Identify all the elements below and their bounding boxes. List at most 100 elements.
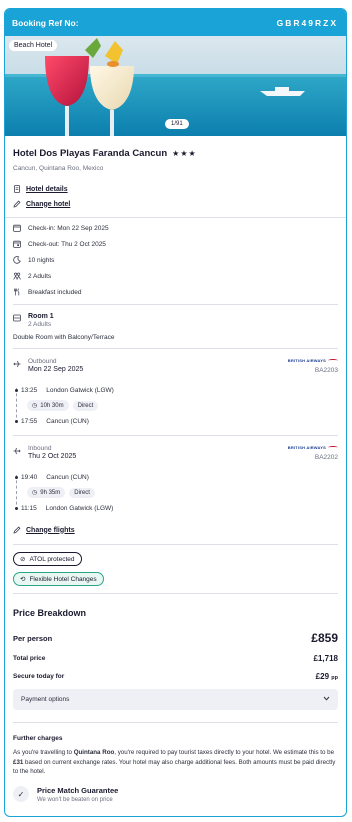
arrival-airport: London Gatwick (LGW) — [45, 504, 114, 512]
change-flights-label: Change flights — [26, 526, 75, 534]
price-breakdown-title: Price Breakdown — [13, 608, 87, 618]
change-flights-link[interactable]: Change flights — [13, 526, 338, 534]
timeline-dot — [15, 475, 18, 479]
payment-options-dropdown[interactable]: Payment options — [13, 689, 338, 710]
further-text-3: based on current exchange rates. Your ho… — [13, 758, 336, 776]
cutlery-icon — [13, 288, 21, 296]
inbound-label: Inbound — [28, 445, 52, 452]
timeline-dot — [15, 419, 18, 423]
hotel-details-link[interactable]: Hotel details — [13, 185, 338, 193]
inbound-flight: Inbound Thu 2 Oct 2025 BRITISH AIRWAYS B… — [5, 436, 346, 534]
calendar-icon — [13, 240, 21, 248]
airline-logo: BRITISH AIRWAYS — [288, 445, 338, 450]
secure-label: Secure today for — [13, 673, 65, 680]
per-person-label: Per person — [13, 633, 53, 643]
nights-row: 10 nights — [13, 252, 338, 268]
payment-options-label: Payment options — [21, 696, 70, 703]
shield-check-icon: ⊘ — [20, 556, 26, 563]
calendar-icon — [13, 224, 21, 232]
outbound-label: Outbound — [28, 358, 57, 365]
departure-time: 13:25 — [21, 386, 38, 394]
nights-text: 10 nights — [28, 256, 55, 264]
further-amount: £31 — [13, 758, 24, 766]
duration-text: 9h 35m — [40, 489, 61, 496]
flexible-changes-badge: ⟲ Flexible Hotel Changes — [13, 572, 104, 586]
further-text-1: As you're travelling to — [13, 749, 74, 756]
airline-logo: BRITISH AIRWAYS — [288, 358, 338, 363]
atol-badge: ⊘ ATOL protected — [13, 552, 82, 566]
booking-ref-value: GBR49RZX — [276, 17, 338, 28]
arrival-time: 17:55 — [21, 417, 38, 425]
checkin-row: Check-in: Mon 22 Sep 2025 — [13, 220, 338, 236]
plane-icon — [13, 360, 21, 368]
change-hotel-link[interactable]: Change hotel — [13, 200, 338, 208]
clock-icon: ◷ — [32, 403, 38, 409]
arrival-time: 11:15 — [21, 504, 37, 512]
airline-logo-text: BRITISH AIRWAYS — [287, 358, 326, 363]
secure-value: £29 — [315, 672, 330, 681]
outbound-flight-code: BA2203 — [314, 367, 338, 374]
checkout-text: Check-out: Thu 2 Oct 2025 — [28, 240, 106, 248]
hotel-location: Cancun, Quintana Roo, Mexico — [13, 165, 104, 172]
outbound-arrival: 17:55 Cancun (CUN) — [15, 414, 338, 428]
duration-chip: ◷ 10h 30m — [27, 400, 69, 411]
adults-row: 2 Adults — [13, 268, 338, 284]
atol-label: ATOL protected — [29, 555, 75, 563]
timeline-dot — [15, 506, 18, 510]
board-text: Breakfast included — [28, 288, 82, 296]
outbound-flight: Outbound Mon 22 Sep 2025 BRITISH AIRWAYS… — [5, 349, 346, 432]
booking-summary-card: Booking Ref No: GBR49RZX Beach Hotel 1/9… — [4, 8, 347, 817]
total-label: Total price — [13, 655, 46, 662]
board-row: Breakfast included — [13, 284, 338, 300]
secure-row: Secure today for £29 pp — [13, 672, 338, 681]
further-charges-title: Further charges — [13, 735, 63, 742]
timeline-dot — [15, 388, 18, 392]
room-summary: Room 1 2 Adults — [13, 305, 338, 328]
divider — [13, 722, 338, 723]
departure-airport: London Gatwick (LGW) — [46, 386, 114, 394]
outbound-duration-chips: ◷ 10h 30m Direct — [27, 397, 338, 414]
inbound-departure: 19:40 Cancun (CUN) — [15, 470, 338, 484]
duration-chip: ◷ 9h 35m — [27, 487, 66, 498]
flexible-label: Flexible Hotel Changes — [29, 575, 97, 583]
further-text-2: , you're required to pay tourist taxes d… — [114, 749, 335, 756]
guarantee-subtitle: We won't be beaten on price — [37, 796, 113, 803]
per-person-row: Per person £859 — [13, 631, 338, 645]
document-icon — [13, 185, 21, 193]
inbound-flight-code: BA2202 — [314, 454, 338, 461]
outbound-date: Mon 22 Sep 2025 — [28, 366, 84, 373]
total-row: Total price £1,718 — [13, 654, 338, 663]
room-occupancy: 2 Adults — [28, 321, 52, 328]
arrival-airport: Cancun (CUN) — [46, 417, 89, 425]
change-hotel-label: Change hotel — [26, 200, 71, 208]
hotel-image-carousel[interactable]: Beach Hotel 1/91 — [5, 36, 346, 136]
chevron-down-icon — [323, 696, 330, 703]
hotel-type-badge: Beach Hotel — [9, 40, 58, 51]
adults-text: 2 Adults — [28, 272, 52, 280]
price-match-guarantee: ✓ Price Match Guarantee We won't be beat… — [13, 786, 338, 803]
inbound-arrival: 11:15 London Gatwick (LGW) — [15, 501, 338, 515]
image-counter: 1/91 — [165, 119, 189, 129]
secure-suffix: pp — [331, 675, 338, 681]
booking-ref-bar: Booking Ref No: GBR49RZX — [5, 9, 346, 36]
divider — [13, 593, 338, 594]
hotel-name: Hotel Dos Playas Faranda Cancun — [13, 148, 168, 159]
star-rating: ★★★ — [172, 149, 197, 158]
clock-icon: ◷ — [32, 490, 38, 496]
checkin-text: Check-in: Mon 22 Sep 2025 — [28, 224, 109, 232]
inbound-date: Thu 2 Oct 2025 — [28, 453, 77, 460]
duration-text: 10h 30m — [40, 402, 64, 409]
hotel-details-label: Hotel details — [26, 185, 68, 193]
per-person-value: £859 — [311, 631, 338, 645]
pencil-icon — [13, 200, 21, 208]
stops-chip: Direct — [69, 487, 95, 498]
departure-time: 19:40 — [21, 473, 38, 481]
inbound-duration-chips: ◷ 9h 35m Direct — [27, 484, 338, 501]
booking-ref-label: Booking Ref No: — [12, 17, 79, 28]
outbound-timeline: 13:25 London Gatwick (LGW) ◷ 10h 30m Dir… — [13, 383, 338, 428]
further-place: Quintana Roo — [73, 749, 115, 756]
room-title: Room 1 — [28, 313, 54, 320]
airline-logo-text: BRITISH AIRWAYS — [287, 445, 326, 450]
outbound-departure: 13:25 London Gatwick (LGW) — [15, 383, 338, 397]
guarantee-title: Price Match Guarantee — [37, 785, 119, 795]
